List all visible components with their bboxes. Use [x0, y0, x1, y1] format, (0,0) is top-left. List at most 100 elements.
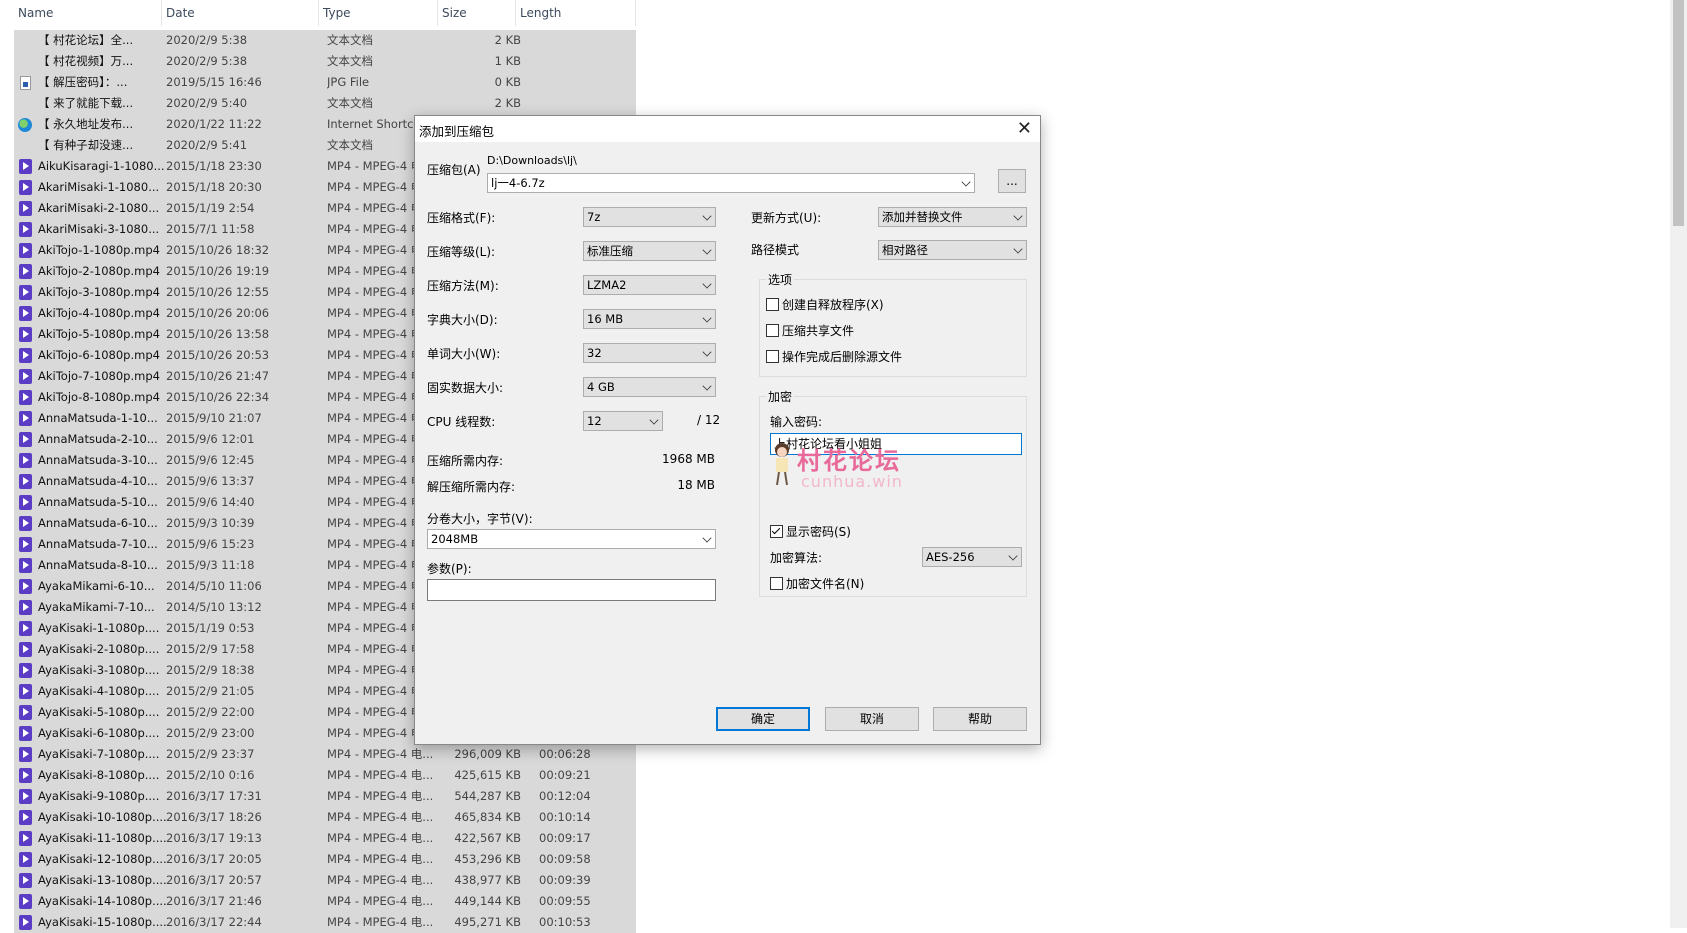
file-date: 2014/5/10 13:12	[166, 600, 262, 614]
column-name[interactable]: Name	[14, 0, 162, 26]
file-name: AkiTojo-6-1080p.mp4	[38, 348, 160, 362]
file-date: 2015/7/1 11:58	[166, 222, 255, 236]
cpu-select[interactable]: 12	[583, 411, 663, 431]
file-name: AyaKisaki-15-1080p....	[38, 915, 167, 929]
file-row[interactable]: AyaKisaki-13-1080p.... 2016/3/17 20:57 M…	[14, 870, 636, 891]
word-select[interactable]: 32	[583, 343, 716, 363]
file-row[interactable]: AyaKisaki-14-1080p.... 2016/3/17 21:46 M…	[14, 891, 636, 912]
file-type: 文本文档	[327, 96, 373, 110]
file-name: 【 有种子却没速...	[38, 138, 134, 152]
scrollbar-thumb[interactable]	[1673, 0, 1684, 226]
column-length[interactable]: Length	[516, 0, 636, 26]
video-file-icon	[18, 621, 32, 636]
volume-combo[interactable]: 2048MB	[427, 529, 716, 549]
show-password-checkbox[interactable]: 显示密码(S)	[770, 523, 851, 540]
file-type: MP4 - MPEG-4 电...	[327, 768, 434, 782]
params-label: 参数(P):	[427, 562, 472, 576]
chevron-down-icon	[702, 211, 712, 221]
cancel-button[interactable]: 取消	[825, 707, 919, 731]
mem-decomp-label: 解压缩所需内存:	[427, 480, 516, 494]
file-row[interactable]: AyaKisaki-12-1080p.... 2016/3/17 20:05 M…	[14, 849, 636, 870]
video-file-icon	[18, 789, 32, 804]
column-date[interactable]: Date	[162, 0, 319, 26]
file-type: 文本文档	[327, 54, 373, 68]
file-row[interactable]: AyaKisaki-7-1080p.... 2015/2/9 23:37 MP4…	[14, 744, 636, 765]
file-name: AyaKisaki-9-1080p....	[38, 789, 160, 803]
file-date: 2015/10/26 12:55	[166, 285, 270, 299]
format-select[interactable]: 7z	[583, 207, 716, 227]
file-name: AyaKisaki-7-1080p....	[38, 747, 160, 761]
file-name: AnnaMatsuda-2-10...	[38, 432, 158, 446]
file-date: 2016/3/17 21:46	[166, 894, 262, 908]
file-name: AyaKisaki-13-1080p....	[38, 873, 167, 887]
sfx-checkbox[interactable]: 创建自释放程序(X)	[766, 296, 884, 313]
file-name: AnnaMatsuda-3-10...	[38, 453, 158, 467]
file-row[interactable]: 【 来了就能下载... 2020/2/9 5:40 文本文档 2 KB	[14, 93, 636, 114]
file-name: AnnaMatsuda-6-10...	[38, 516, 158, 530]
delete-source-checkbox[interactable]: 操作完成后删除源文件	[766, 348, 902, 365]
file-row[interactable]: 【 村花论坛】全... 2020/2/9 5:38 文本文档 2 KB	[14, 30, 636, 51]
help-button[interactable]: 帮助	[933, 707, 1027, 731]
level-select[interactable]: 标准压缩	[583, 241, 716, 261]
encrypt-names-checkbox[interactable]: 加密文件名(N)	[770, 575, 864, 592]
params-input[interactable]	[427, 579, 716, 601]
column-size[interactable]: Size	[438, 0, 516, 26]
file-name: AyakaMikami-6-10...	[38, 579, 155, 593]
archive-name-combo[interactable]: lj一4-6.7z	[487, 173, 975, 193]
vertical-scrollbar[interactable]	[1670, 0, 1687, 928]
shared-checkbox[interactable]: 压缩共享文件	[766, 322, 854, 339]
video-file-icon	[18, 474, 32, 489]
file-date: 2015/2/9 18:38	[166, 663, 255, 677]
mem-comp-value: 1968 MB	[662, 452, 715, 466]
ok-button[interactable]: 确定	[716, 707, 810, 731]
video-file-icon	[18, 537, 32, 552]
enc-method-select[interactable]: AES-256	[922, 547, 1022, 567]
path-mode-select[interactable]: 相对路径	[878, 240, 1027, 260]
internet-shortcut-icon	[18, 117, 32, 132]
dict-label: 字典大小(D):	[427, 313, 498, 327]
update-select[interactable]: 添加并替换文件	[878, 207, 1027, 227]
file-date: 2020/2/9 5:38	[166, 54, 248, 68]
file-name: AyakaMikami-7-10...	[38, 600, 155, 614]
file-row[interactable]: AyaKisaki-15-1080p.... 2016/3/17 22:44 M…	[14, 912, 636, 933]
word-value: 32	[587, 346, 602, 360]
file-name: AyaKisaki-10-1080p....	[38, 810, 167, 824]
cpu-total: / 12	[697, 413, 721, 427]
video-file-icon	[18, 747, 32, 762]
file-date: 2015/2/10 0:16	[166, 768, 255, 782]
encrypt-names-label: 加密文件名(N)	[786, 577, 865, 591]
file-name: 【 解压密码】：...	[38, 75, 128, 89]
column-type[interactable]: Type	[319, 0, 438, 26]
dialog-title: 添加到压缩包	[419, 124, 495, 139]
video-file-icon	[18, 516, 32, 531]
file-name: AyaKisaki-12-1080p....	[38, 852, 167, 866]
chevron-down-icon	[1013, 244, 1023, 254]
file-name: AyaKisaki-4-1080p....	[38, 684, 160, 698]
watermark-text-cn: 村花论坛	[797, 447, 901, 475]
options-group: 选项 创建自释放程序(X) 压缩共享文件 操作完成后删除源文件	[759, 271, 1027, 377]
file-size: 2 KB	[494, 96, 521, 110]
file-name: AkariMisaki-2-1080...	[38, 201, 160, 215]
file-row[interactable]: AyaKisaki-9-1080p.... 2016/3/17 17:31 MP…	[14, 786, 636, 807]
format-label: 压缩格式(F):	[427, 211, 496, 225]
chevron-down-icon	[702, 313, 712, 323]
file-type: MP4 - MPEG-4 电...	[327, 894, 434, 908]
video-file-icon	[18, 222, 32, 237]
file-row[interactable]: AyaKisaki-8-1080p.... 2015/2/10 0:16 MP4…	[14, 765, 636, 786]
solid-select[interactable]: 4 GB	[583, 377, 716, 397]
file-length: 00:09:17	[539, 831, 591, 845]
method-select[interactable]: LZMA2	[583, 275, 716, 295]
dict-select[interactable]: 16 MB	[583, 309, 716, 329]
word-label: 单词大小(W):	[427, 347, 501, 361]
file-type: MP4 - MPEG-4 电...	[327, 810, 434, 824]
file-row[interactable]: 【 解压密码】：... 2019/5/15 16:46 JPG File 0 K…	[14, 72, 636, 93]
browse-button[interactable]: ...	[998, 169, 1026, 193]
file-name: AnnaMatsuda-1-10...	[38, 411, 158, 425]
file-row[interactable]: AyaKisaki-10-1080p.... 2016/3/17 18:26 M…	[14, 807, 636, 828]
file-size: 296,009 KB	[454, 747, 521, 761]
file-row[interactable]: AyaKisaki-11-1080p.... 2016/3/17 19:13 M…	[14, 828, 636, 849]
video-file-icon	[18, 873, 32, 888]
cpu-label: CPU 线程数:	[427, 415, 496, 429]
file-row[interactable]: 【 村花视频】万... 2020/2/9 5:38 文本文档 1 KB	[14, 51, 636, 72]
close-icon[interactable]: ✕	[1017, 118, 1032, 139]
